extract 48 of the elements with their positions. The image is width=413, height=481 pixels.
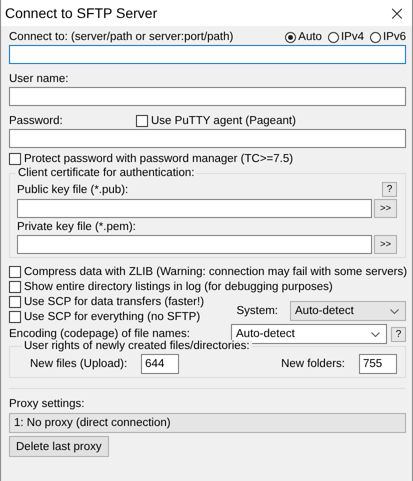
field-label: Private key file (*.pem): <box>17 221 137 233</box>
password-input-field[interactable] <box>9 129 406 148</box>
checkbox-label: Show entire directory listings in log (for debugging purposes) <box>24 281 333 293</box>
checkbox[interactable] <box>9 281 21 293</box>
folders-rights-input-field[interactable]: 755 <box>359 354 397 374</box>
field-label: Proxy settings: <box>9 398 86 410</box>
field-label: New folders: <box>281 358 345 370</box>
radio-label: IPv4 <box>340 31 364 43</box>
field-label: Public key file (*.pub): <box>17 184 128 196</box>
system-dropdown[interactable]: Auto-detect <box>290 301 406 321</box>
checkbox-label: Use PuTTY agent (Pageant) <box>151 115 296 127</box>
public-key-input-field[interactable] <box>17 199 372 218</box>
checkbox[interactable] <box>9 296 21 308</box>
files-rights-input-field[interactable]: 644 <box>141 354 180 374</box>
server-input-field[interactable] <box>9 45 406 64</box>
window-title: Connect to SFTP Server <box>5 5 158 21</box>
field-label: User name: <box>9 73 70 85</box>
radio-label: Auto <box>298 31 322 43</box>
field-label: Password: <box>9 115 64 127</box>
radio-button[interactable] <box>370 32 381 42</box>
help-button[interactable]: ? <box>382 182 397 197</box>
browse-button[interactable]: >> <box>374 235 397 254</box>
proxy-dropdown[interactable]: 1: No proxy (direct connection) <box>9 413 406 433</box>
caret-icon <box>390 308 399 314</box>
checkbox[interactable] <box>136 115 148 127</box>
radio-button[interactable] <box>328 32 339 42</box>
checkbox-label: Protect password with password manager (TC>=7.5) <box>24 153 294 165</box>
help-button[interactable]: ? <box>391 326 406 342</box>
checkbox[interactable] <box>9 153 21 165</box>
checkbox-label: Use SCP for everything (no SFTP) <box>24 311 200 323</box>
checkbox-label: Compress data with ZLIB (Warning: connection may fail with some servers) <box>24 266 408 278</box>
checkbox[interactable] <box>9 311 21 323</box>
group-title: Client certificate for authentication: <box>16 167 196 179</box>
browse-button[interactable]: >> <box>374 199 397 218</box>
field-label: System: <box>236 305 278 317</box>
radio-button[interactable] <box>285 32 296 42</box>
checkbox[interactable] <box>9 266 21 278</box>
delete-proxy-button[interactable]: Delete last proxy <box>9 436 109 457</box>
field-label: New files (Upload): <box>30 358 128 370</box>
caret-icon <box>371 332 380 336</box>
field-label: Encoding (codepage) of file names: <box>9 328 190 340</box>
group-title: User rights of newly created files/directories: <box>22 340 252 352</box>
close-button[interactable]: × <box>382 0 412 26</box>
username-input-field[interactable] <box>9 87 406 106</box>
private-key-input-field[interactable] <box>17 235 372 254</box>
field-label: Connect to: (server/path or server:port/path) <box>9 31 234 43</box>
radio-label: IPv6 <box>382 31 406 43</box>
checkbox-label: Use SCP for data transfers (faster!) <box>24 296 204 308</box>
